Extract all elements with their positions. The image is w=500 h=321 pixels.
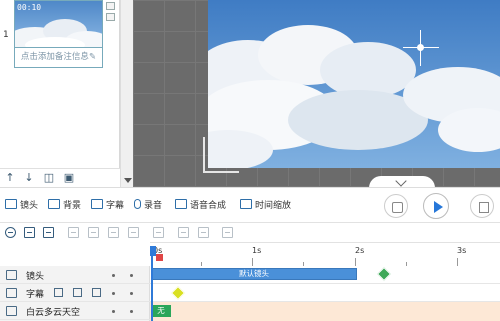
visibility-dot[interactable] bbox=[112, 310, 115, 313]
toolbar-subtitle-label: 字幕 bbox=[106, 201, 125, 211]
play-button[interactable] bbox=[423, 193, 449, 219]
chevron-down-icon bbox=[395, 175, 407, 187]
slides-toolbar: ↑ ↓ ◫ ▣ bbox=[0, 168, 120, 187]
split-icon[interactable] bbox=[153, 227, 164, 238]
slide-number: 1 bbox=[3, 30, 9, 40]
ruler-label-2: 2s bbox=[355, 246, 365, 255]
track-label-camera: 镜头 bbox=[26, 272, 45, 282]
cloud-image bbox=[208, 0, 500, 168]
image-icon bbox=[6, 306, 17, 316]
scroll-down-icon[interactable] bbox=[124, 178, 132, 183]
sky-background-image[interactable] bbox=[208, 0, 500, 168]
trash-icon[interactable]: ▣ bbox=[62, 171, 76, 185]
camera-icon bbox=[6, 270, 17, 280]
trim-icon[interactable] bbox=[198, 227, 209, 238]
trash-icon[interactable] bbox=[73, 288, 82, 297]
move-up-icon[interactable]: ↑ bbox=[3, 171, 17, 185]
toolbar-background-label: 背景 bbox=[63, 201, 82, 211]
align-left-icon[interactable] bbox=[68, 227, 79, 238]
next-frame-button[interactable] bbox=[470, 194, 494, 218]
ruler-label-3: 3s bbox=[457, 246, 467, 255]
duration-icon[interactable] bbox=[222, 227, 233, 238]
delete-slide-icon[interactable] bbox=[106, 13, 115, 21]
align-right-icon[interactable] bbox=[108, 227, 119, 238]
trash-icon[interactable] bbox=[43, 227, 54, 238]
lock-dot[interactable] bbox=[130, 292, 133, 295]
toolbar-speech-synthesis-button[interactable]: 语音合成 bbox=[175, 199, 226, 213]
merge-icon[interactable] bbox=[178, 227, 189, 238]
track-label-subtitle: 字幕 bbox=[26, 290, 45, 300]
visibility-dot[interactable] bbox=[112, 292, 115, 295]
frame-corner-marker bbox=[203, 137, 239, 173]
lock-dot[interactable] bbox=[130, 310, 133, 313]
toolbar-speech-synthesis-label: 语音合成 bbox=[190, 201, 227, 211]
slide-duration: 00:10 bbox=[17, 3, 42, 12]
note-placeholder: 点击添加备注信息 bbox=[20, 52, 89, 62]
subtitle-icon bbox=[91, 199, 103, 209]
toolbar-time-scale-button[interactable]: 时间缩放 bbox=[240, 199, 291, 213]
toolbar-time-scale-label: 时间缩放 bbox=[255, 201, 292, 211]
track-label-background: 白云多云天空 bbox=[26, 308, 81, 318]
main-toolbar: 镜头 背景 字幕 录音 语音合成 时间缩放 bbox=[0, 187, 500, 222]
track-row-subtitle: 字幕 bbox=[0, 284, 500, 302]
slide-note-field[interactable]: 点击添加备注信息✎ bbox=[14, 48, 103, 68]
canvas-area bbox=[133, 0, 500, 188]
add-keyframe-icon[interactable] bbox=[5, 227, 16, 238]
camera-clip[interactable]: 默认镜头 bbox=[151, 268, 357, 280]
toolbar-record-button[interactable]: 录音 bbox=[134, 199, 162, 213]
playhead-marker bbox=[156, 254, 163, 261]
time-scale-icon bbox=[240, 199, 252, 209]
toolbar-background-button[interactable]: 背景 bbox=[48, 199, 81, 213]
background-track-lane[interactable] bbox=[150, 302, 500, 321]
toolbar-record-label: 录音 bbox=[144, 201, 163, 211]
camera-focus-crosshair-icon[interactable] bbox=[403, 30, 439, 66]
background-clip[interactable]: 无 bbox=[151, 305, 171, 317]
toolbar-camera-label: 镜头 bbox=[20, 201, 39, 211]
subtitle-settings-icon[interactable] bbox=[92, 288, 101, 297]
background-icon bbox=[48, 199, 60, 209]
filter-icon[interactable] bbox=[24, 227, 35, 238]
slides-scrollbar[interactable] bbox=[120, 0, 133, 187]
playhead[interactable] bbox=[151, 247, 153, 321]
timeline-toolbar bbox=[0, 222, 500, 242]
copy-slide-icon[interactable] bbox=[106, 2, 115, 10]
visibility-dot[interactable] bbox=[112, 274, 115, 277]
slide-thumbnail[interactable]: 00:10 bbox=[14, 0, 103, 48]
move-down-icon[interactable]: ↓ bbox=[22, 171, 36, 185]
slides-panel: 1 00:10 点击添加备注信息✎ ↑ ↓ ◫ ▣ bbox=[0, 0, 120, 187]
camera-icon bbox=[5, 199, 17, 209]
timeline-ruler[interactable]: 0s 1s 2s 3s bbox=[150, 242, 500, 266]
lock-dot[interactable] bbox=[130, 274, 133, 277]
duplicate-slide-icon[interactable]: ◫ bbox=[42, 171, 56, 185]
microphone-icon bbox=[134, 199, 141, 209]
distribute-icon[interactable] bbox=[128, 227, 139, 238]
edit-icon[interactable] bbox=[54, 288, 63, 297]
ruler-label-1: 1s bbox=[252, 246, 262, 255]
speech-synthesis-icon bbox=[175, 199, 187, 209]
toolbar-camera-button[interactable]: 镜头 bbox=[5, 199, 38, 213]
edit-icon: ✎ bbox=[88, 52, 97, 62]
subtitle-icon bbox=[6, 288, 17, 298]
stop-button[interactable] bbox=[384, 194, 408, 218]
align-center-icon[interactable] bbox=[88, 227, 99, 238]
toolbar-subtitle-button[interactable]: 字幕 bbox=[91, 199, 124, 213]
